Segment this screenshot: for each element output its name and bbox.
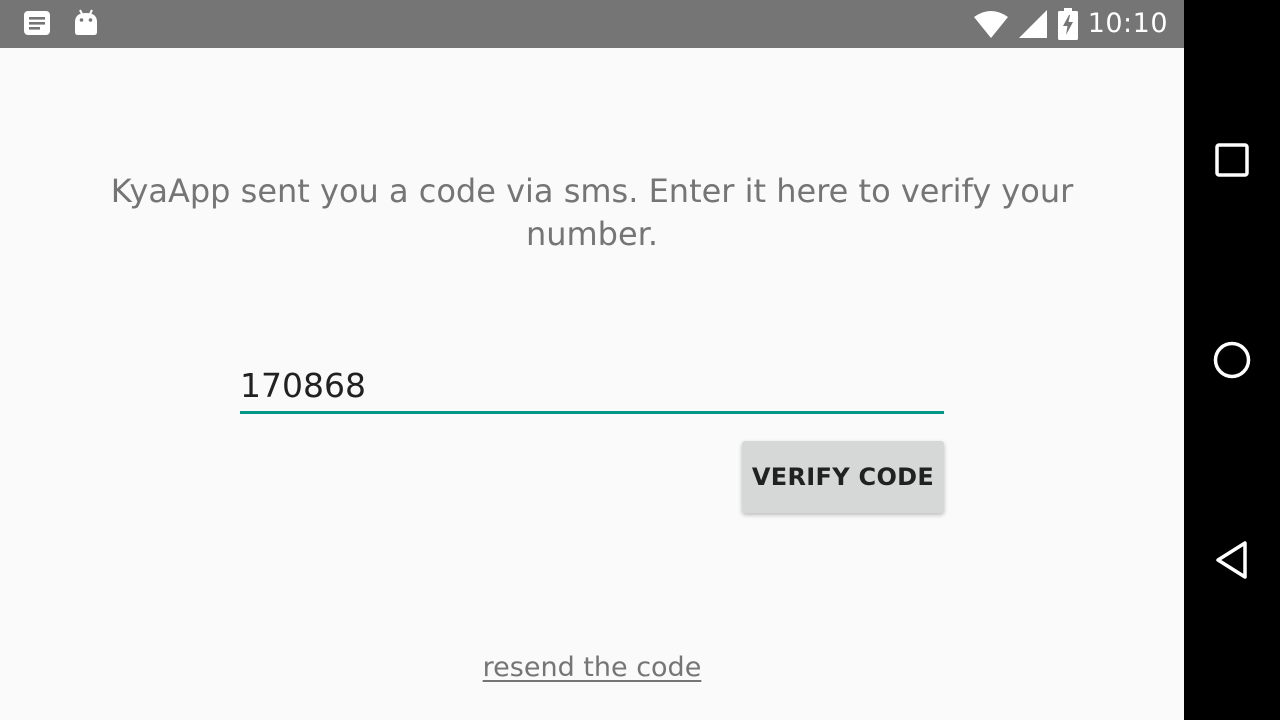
home-icon (1212, 340, 1252, 380)
status-notifications (22, 8, 100, 38)
back-icon (1214, 540, 1250, 580)
verification-screen: KyaApp sent you a code via sms. Enter it… (0, 48, 1184, 720)
recents-icon (1214, 142, 1250, 178)
status-clock: 10:10 (1087, 8, 1168, 39)
notification-list-icon (22, 8, 52, 38)
status-bar: 10:10 (0, 0, 1184, 48)
wifi-icon (973, 10, 1008, 38)
resend-code-link[interactable]: resend the code (392, 652, 792, 683)
verify-code-button[interactable]: VERIFY CODE (742, 441, 944, 513)
navigation-bar (1184, 0, 1280, 720)
back-button[interactable] (1208, 536, 1256, 584)
phone-screen: 10:10 KyaApp sent you a code via sms. En… (0, 0, 1280, 720)
recents-button[interactable] (1208, 136, 1256, 184)
status-system: 10:10 (973, 6, 1168, 42)
cellular-signal-icon (1018, 9, 1048, 39)
android-icon (72, 8, 100, 38)
battery-charging-icon (1057, 8, 1078, 40)
home-button[interactable] (1208, 336, 1256, 384)
verification-message: KyaApp sent you a code via sms. Enter it… (110, 172, 1074, 253)
verification-code-input[interactable] (240, 360, 944, 414)
